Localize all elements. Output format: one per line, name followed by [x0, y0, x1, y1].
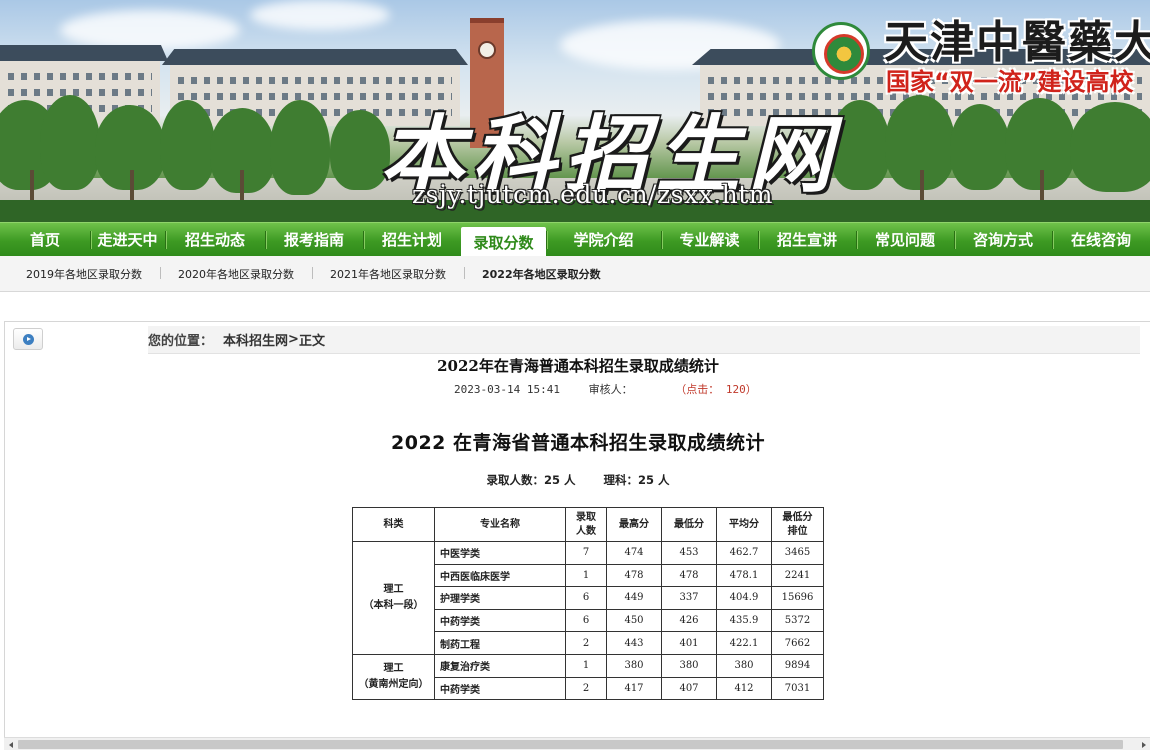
score-table: 科类 专业名称 录取人数 最高分 最低分 平均分 最低分排位 理工 （本科一段）…	[352, 507, 824, 701]
article-container: 您的位置： 本科招生网 > 正文 2022年在青海普通本科招生录取成绩统计 20…	[4, 321, 1150, 737]
subnav-item-2021[interactable]: 2021年各地区录取分数	[312, 266, 464, 282]
nav-item-guide[interactable]: 报考指南	[265, 223, 363, 256]
breadcrumb-current: 正文	[298, 334, 325, 349]
play-arrow-icon	[22, 333, 34, 345]
header-max: 最高分	[606, 507, 662, 542]
nav-item-online-consult[interactable]: 在线咨询	[1052, 223, 1150, 256]
article-datetime: 2023-03-14 15:41	[454, 383, 560, 396]
nav-item-plan[interactable]: 招生计划	[363, 223, 461, 256]
nav-item-colleges[interactable]: 学院介绍	[546, 223, 661, 256]
university-name: 天津中醫藥大學	[884, 17, 1150, 68]
nav-item-majors[interactable]: 专业解读	[661, 223, 758, 256]
breadcrumb: 您的位置： 本科招生网 > 正文	[148, 326, 1140, 354]
table-row: 理工 （本科一段） 中医学类 7 474 453 462.7 3465	[352, 541, 824, 655]
article-reviewer: 审核人：	[588, 383, 633, 396]
science-count: 理科：25 人	[603, 473, 670, 487]
header-banner: 本科招生网 zsjy.tjutcm.edu.cn/zsxx.htm 天津中醫藥大…	[0, 0, 1150, 222]
table-header-row: 科类 专业名称 录取人数 最高分 最低分 平均分 最低分排位	[352, 507, 824, 542]
nav-item-scores[interactable]: 录取分数	[461, 227, 546, 257]
header-category: 科类	[352, 507, 435, 542]
header-rank: 最低分排位	[771, 507, 824, 542]
article-click-count: （点击： 120）	[675, 383, 757, 396]
university-slogan: 国家“双一流”建设高校	[886, 68, 1134, 96]
nav-item-faq[interactable]: 常见问题	[856, 223, 954, 256]
category-cell: 理工 （黄南州定向）	[352, 653, 435, 701]
nav-item-about[interactable]: 走进天中	[90, 223, 165, 256]
admission-summary: 录取人数：25 人 理科：25 人	[5, 472, 1150, 488]
header-count: 录取人数	[565, 507, 607, 542]
scrollbar-thumb[interactable]	[18, 740, 1123, 749]
subnav-item-2020[interactable]: 2020年各地区录取分数	[160, 266, 312, 282]
horizontal-scrollbar[interactable]	[4, 737, 1150, 750]
main-navigation: 首页 走进天中 招生动态 报考指南 招生计划 录取分数 学院介绍 专业解读 招生…	[0, 222, 1150, 257]
table-row: 理工 （黄南州定向） 康复治疗类 1 380 380 380 9894	[352, 653, 824, 701]
nav-item-news[interactable]: 招生动态	[165, 223, 265, 256]
nav-item-contact[interactable]: 咨询方式	[954, 223, 1052, 256]
breadcrumb-label: 您的位置：	[148, 334, 214, 349]
category-cell: 理工 （本科一段）	[352, 541, 435, 655]
scroll-right-icon[interactable]	[1137, 739, 1150, 750]
subnav-item-2022[interactable]: 2022年各地区录取分数	[464, 266, 619, 282]
header-min: 最低分	[661, 507, 717, 542]
document-title: 2022 在青海省普通本科招生录取成绩统计	[391, 432, 765, 454]
article-meta: 2023-03-14 15:41 审核人： （点击： 120）	[454, 381, 757, 397]
admitted-count: 录取人数：25 人	[486, 473, 576, 487]
nav-item-home[interactable]: 首页	[0, 223, 90, 256]
university-seal-icon	[812, 22, 870, 80]
article-title: 2022年在青海普通本科招生录取成绩统计	[437, 357, 719, 375]
side-menu-toggle[interactable]	[13, 328, 43, 350]
breadcrumb-separator: >	[288, 332, 299, 347]
breadcrumb-home-link[interactable]: 本科招生网	[223, 330, 288, 349]
site-url: zsjy.tjutcm.edu.cn/zsxx.htm	[412, 180, 773, 209]
scroll-left-icon[interactable]	[4, 739, 17, 750]
header-avg: 平均分	[716, 507, 772, 542]
subnav-item-2019[interactable]: 2019年各地区录取分数	[8, 266, 160, 282]
header-major: 专业名称	[434, 507, 566, 542]
sub-navigation: 2019年各地区录取分数 2020年各地区录取分数 2021年各地区录取分数 2…	[0, 256, 1150, 292]
nav-item-promotion[interactable]: 招生宣讲	[758, 223, 856, 256]
